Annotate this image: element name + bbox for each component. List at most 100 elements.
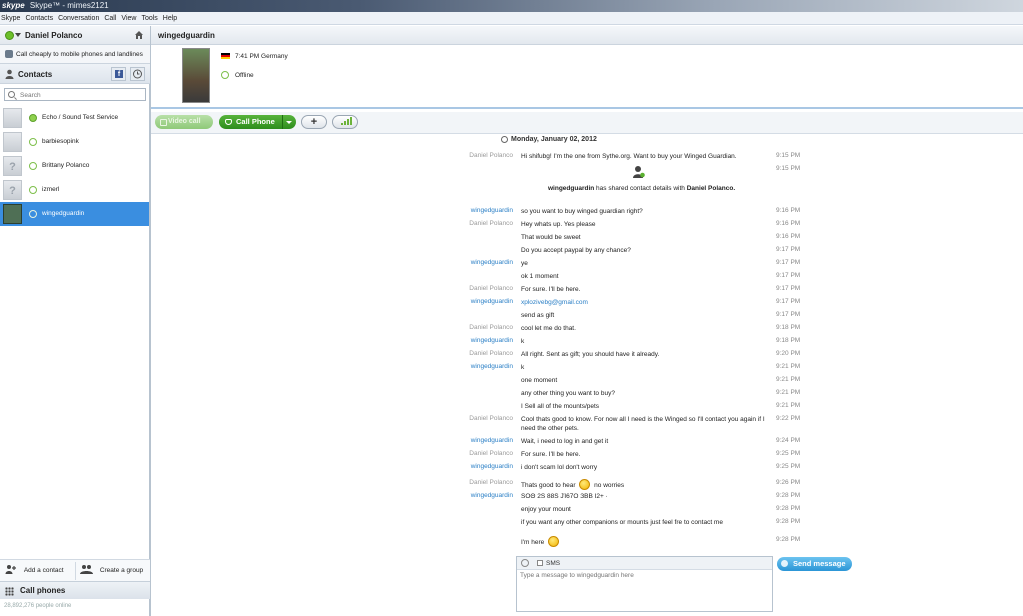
- message-body: any other thing you want to buy?: [521, 389, 771, 398]
- message-sender: wingedguardin: [470, 463, 513, 470]
- message-row: wingedguardin ЅΟΘ 2Ѕ 88Ѕ ЈΊ67Ο ЗΒΒ Ι2+ · 9…: [151, 492, 1023, 505]
- add-contact-button[interactable]: Add a contact: [5, 560, 64, 582]
- message-body: That would be sweet: [521, 233, 771, 242]
- call-cheaply-banner[interactable]: Call cheaply to mobile phones and landli…: [0, 45, 150, 64]
- online-status-icon[interactable]: [5, 31, 14, 40]
- message-history[interactable]: Monday, January 02, 2012 Daniel Polanco H…: [151, 134, 1023, 547]
- chevron-down-icon[interactable]: [286, 121, 292, 124]
- message-body: I Sell all of the mounts/pets: [521, 402, 771, 411]
- create-group-button[interactable]: Create a group: [80, 560, 143, 582]
- contact-item[interactable]: Echo / Sound Test Service: [0, 106, 149, 130]
- search-input[interactable]: [20, 90, 140, 100]
- search-box[interactable]: [4, 88, 146, 101]
- message-time: 9:21 PM: [776, 402, 801, 409]
- message-row: any other thing you want to buy? 9:21 PM: [151, 389, 1023, 402]
- message-body: I'm here: [521, 536, 771, 547]
- contact-item[interactable]: wingedguardin: [0, 202, 149, 226]
- message-row: wingedguardin Wait, i need to log in and …: [151, 437, 1023, 450]
- menu-item-view[interactable]: View: [120, 12, 140, 25]
- compose-toolbar: SMS: [517, 557, 772, 570]
- message-row: Daniel Polanco cool let me do that. 9:18 P…: [151, 324, 1023, 337]
- contact-avatar[interactable]: [182, 48, 210, 103]
- facebook-tab[interactable]: f: [111, 67, 126, 81]
- call-phone-label[interactable]: Call Phone: [236, 117, 275, 126]
- message-text: Thats good to hear: [521, 482, 578, 489]
- sms-checkbox[interactable]: [537, 560, 543, 566]
- message-row: Daniel Polanco Hey whats up. Yes please 9:…: [151, 220, 1023, 233]
- create-group-label[interactable]: Create a group: [100, 567, 143, 574]
- message-row: Daniel Polanco Hi shifubg! I'm the one fr…: [151, 152, 1023, 165]
- message-time: 9:21 PM: [776, 389, 801, 396]
- message-row: wingedguardin k 9:18 PM: [151, 337, 1023, 350]
- message-body: k: [521, 337, 771, 346]
- call-phones-section[interactable]: Call phones: [0, 581, 150, 599]
- signal-icon: [344, 121, 346, 125]
- video-call-button[interactable]: Video call: [155, 115, 213, 129]
- message-body: k: [521, 363, 771, 372]
- offline-status-icon: [221, 71, 229, 79]
- promo-text[interactable]: Call cheaply to mobile phones and landli…: [16, 51, 143, 58]
- add-contact-label[interactable]: Add a contact: [24, 567, 64, 574]
- message-input[interactable]: [520, 572, 770, 608]
- menu-item-tools[interactable]: Tools: [140, 12, 161, 25]
- conversation-header: wingedguardin: [151, 26, 1023, 45]
- skype-logo: skype: [2, 1, 25, 10]
- menu-item-call[interactable]: Call: [103, 12, 120, 25]
- message-row: I Sell all of the mounts/pets 9:21 PM: [151, 402, 1023, 415]
- status-icon: [29, 210, 37, 218]
- chevron-down-icon[interactable]: [15, 33, 21, 37]
- home-icon[interactable]: [134, 30, 144, 40]
- compose-box[interactable]: SMS: [516, 556, 773, 612]
- contact-name[interactable]: Echo / Sound Test Service: [42, 114, 118, 121]
- message-row: Daniel Polanco For sure. I'll be here. 9:1…: [151, 285, 1023, 298]
- contact-name[interactable]: Brittany Polanco: [42, 162, 89, 169]
- message-text: Hi shifubg! I'm the one from Sythe.org. …: [521, 153, 737, 160]
- emoticon-icon[interactable]: [521, 559, 529, 567]
- contact-item[interactable]: ? izmerl: [0, 178, 149, 202]
- message-time: 9:16 PM: [776, 220, 801, 227]
- message-body: Hey whats up. Yes please: [521, 220, 771, 229]
- message-time: 9:24 PM: [776, 437, 801, 444]
- menu-item-skype[interactable]: Skype: [0, 12, 24, 25]
- call-phone-button[interactable]: Call Phone: [219, 115, 296, 129]
- contact-item[interactable]: barbiesopink: [0, 130, 149, 154]
- contacts-label[interactable]: Contacts: [18, 70, 52, 79]
- contact-name[interactable]: barbiesopink: [42, 138, 79, 145]
- contact-name[interactable]: wingedguardin: [42, 210, 84, 217]
- message-sender: Daniel Polanco: [469, 479, 513, 486]
- profile-name[interactable]: Daniel Polanco: [25, 31, 82, 40]
- message-row: ok 1 moment 9:17 PM: [151, 272, 1023, 285]
- message-time: 9:17 PM: [776, 285, 801, 292]
- message-body: one moment: [521, 376, 771, 385]
- message-row: Daniel Polanco Thats good to hear no worr…: [151, 479, 1023, 492]
- phone-icon: [5, 50, 13, 58]
- window-title: Skype™ - mimes2121: [29, 1, 109, 10]
- menu-item-conversation[interactable]: Conversation: [57, 12, 103, 25]
- contact-name[interactable]: izmerl: [42, 186, 59, 193]
- message-text: if you want any other companions or moun…: [521, 519, 723, 526]
- date-header: Monday, January 02, 2012: [501, 136, 597, 143]
- message-sender: wingedguardin: [470, 492, 513, 499]
- message-body: Do you accept paypal by any chance?: [521, 246, 771, 255]
- message-text: k: [521, 338, 525, 345]
- message-text: i don't scam lol don't worry: [521, 464, 598, 471]
- contacts-tab[interactable]: Contacts f: [0, 64, 150, 84]
- message-sender: wingedguardin: [470, 259, 513, 266]
- message-body: Thats good to hear no worries: [521, 479, 771, 490]
- menu-item-help[interactable]: Help: [162, 12, 181, 25]
- call-quality-button[interactable]: [332, 115, 358, 129]
- contact-item[interactable]: ? Brittany Polanco: [0, 154, 149, 178]
- message-row: I'm here 9:28 PM: [151, 536, 1023, 549]
- profile-bar[interactable]: Daniel Polanco: [0, 26, 150, 45]
- message-text: ok 1 moment: [521, 273, 559, 280]
- search-icon: [8, 91, 15, 98]
- recent-tab[interactable]: [130, 67, 145, 81]
- call-phones-label[interactable]: Call phones: [20, 586, 65, 595]
- send-message-button[interactable]: Send message: [777, 557, 852, 571]
- add-people-button[interactable]: +: [301, 115, 327, 129]
- smile-emoticon-icon: [579, 479, 591, 490]
- message-body[interactable]: xplozivebg@gmail.com: [521, 298, 771, 307]
- facebook-icon: f: [115, 70, 123, 78]
- menu-item-contacts[interactable]: Contacts: [24, 12, 57, 25]
- message-text: enjoy your mount: [521, 506, 571, 513]
